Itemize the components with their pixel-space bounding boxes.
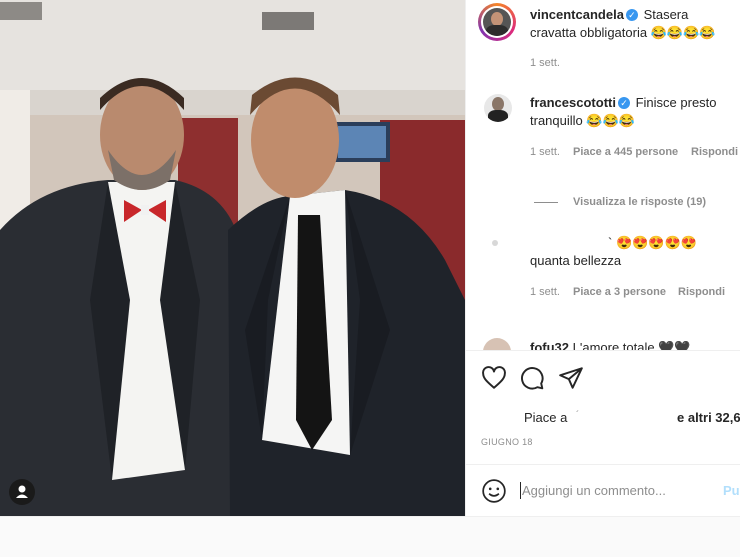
heart-icon[interactable] [481,365,507,391]
comment-input-placeholder: Aggiungi un commento... [522,483,666,498]
caption-emojis: 😂😂😂😂 [650,25,716,40]
page-bottom-strip [0,516,740,557]
comment-emoji-prefix: ` [608,235,613,250]
caption-text-block: vincentcandela ✓ Stasera cravatta obbliga… [530,6,735,42]
comment-clip: fofu32 L'amore totale 🖤🖤 [466,336,740,350]
caption-username[interactable]: vincentcandela [530,7,624,22]
post-date[interactable]: GIUGNO 18 [481,437,533,447]
photo-image [0,0,465,516]
likes-avatar: ´ [576,410,580,421]
comment-input[interactable]: Aggiungi un commento... [520,481,710,501]
comment-emojis: 😂😂😂 [586,113,635,128]
comment-likes[interactable]: Piace a 445 persone [573,146,678,158]
likes-summary-suffix[interactable]: e altri 32,6 [677,409,740,427]
text-cursor [520,482,521,499]
comment-emojis: 🖤🖤 [658,340,691,350]
actions-divider [466,350,740,351]
comment-username[interactable]: francescototti [530,95,616,110]
comment-username[interactable]: fofu32 [530,340,569,350]
comment-text: L'amore totale [572,340,655,350]
comment-time[interactable]: 1 sett. [530,286,560,298]
commenter-avatar[interactable] [484,94,512,122]
commenter-avatar[interactable] [483,338,511,350]
verified-badge-icon: ✓ [625,8,638,21]
comment-likes[interactable]: Piace a 3 persone [573,286,666,298]
post-photo[interactable] [0,0,465,516]
comment-text-block: fofu32 L'amore totale 🖤🖤 [530,339,738,350]
comment-text-block: ` 😍😍😍😍😍 quanta bellezza [530,234,738,270]
comment-text: quanta bellezza [530,253,622,268]
person-icon [16,485,28,498]
post-comment-button[interactable]: Pu [723,483,740,498]
replies-divider-line [534,202,558,203]
comment-emojis: 😍😍😍😍😍 [615,235,697,250]
caption-time[interactable]: 1 sett. [530,57,560,69]
comment-box-divider [466,464,740,465]
smiley-icon[interactable] [481,478,507,504]
comment-icon[interactable] [519,365,545,391]
comment-time[interactable]: 1 sett. [530,146,560,158]
verified-badge-icon: ✓ [617,96,630,109]
view-replies-button[interactable]: Visualizza le risposte (19) [573,196,706,208]
likes-summary-prefix[interactable]: Piace a [524,409,567,427]
author-avatar[interactable] [478,3,516,41]
user-tag-icon[interactable] [9,479,35,505]
comment-reply-button[interactable]: Rispondi [691,146,738,158]
comment-reply-button[interactable]: Rispondi [678,286,725,298]
send-icon[interactable] [558,365,584,391]
comment-text-block: francescototti ✓ Finisce presto tranquill… [530,94,735,130]
commenter-avatar[interactable] [492,240,498,246]
